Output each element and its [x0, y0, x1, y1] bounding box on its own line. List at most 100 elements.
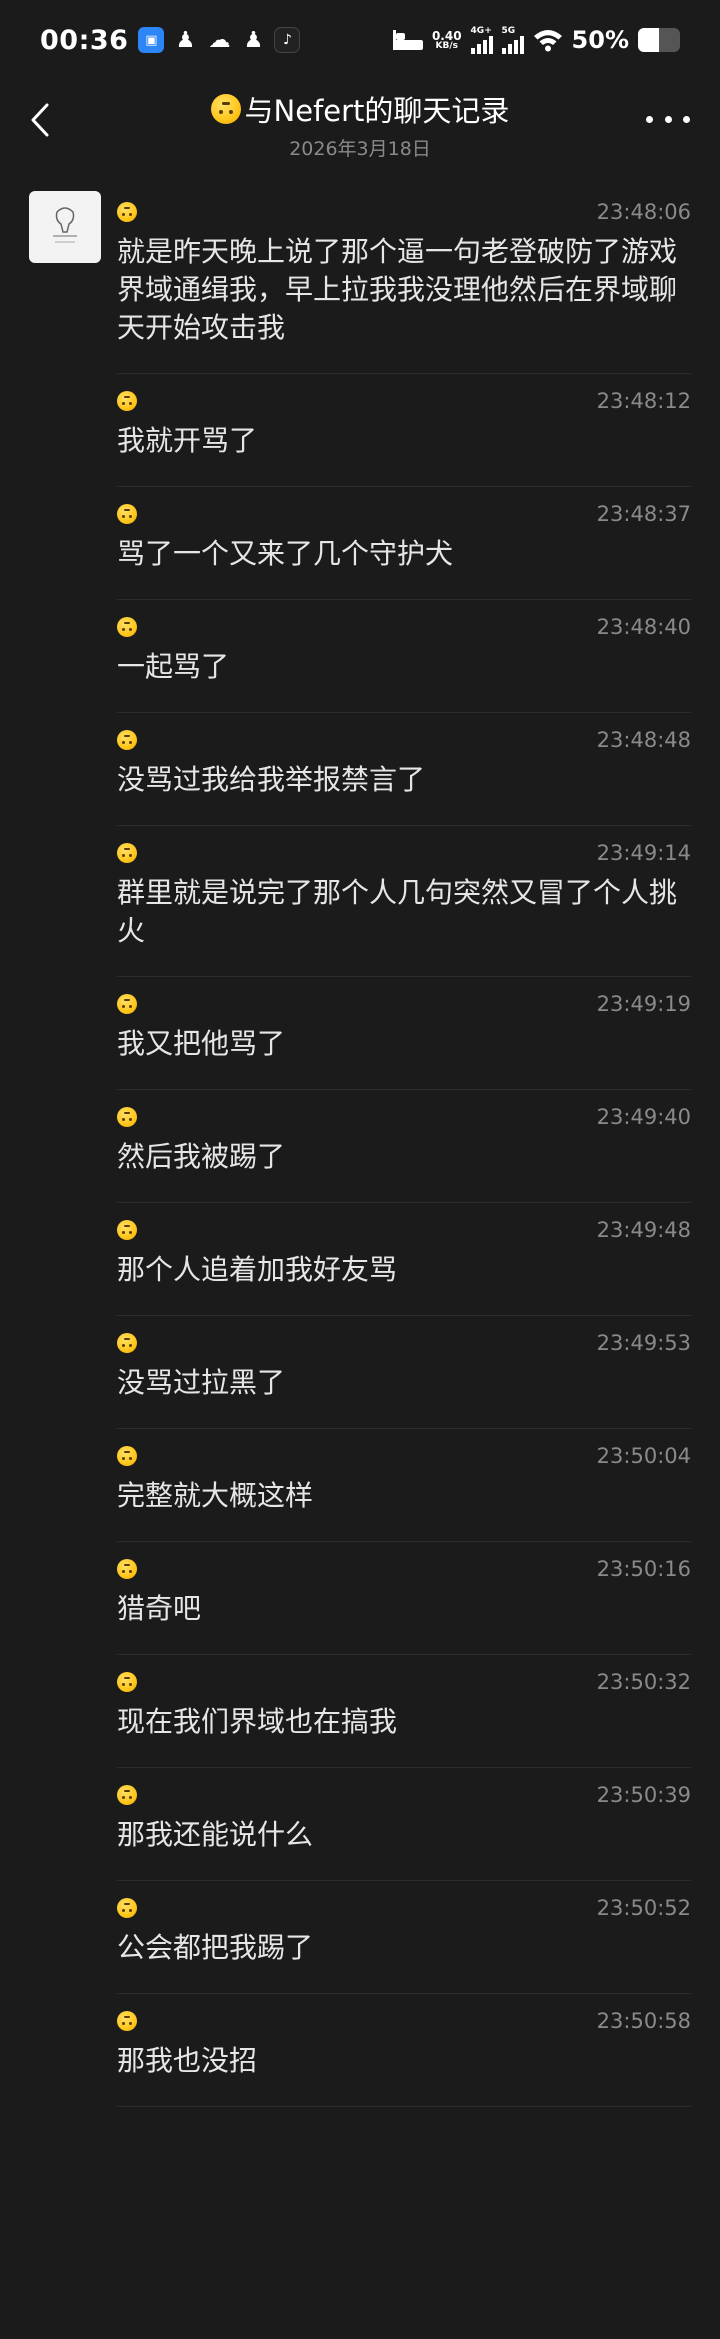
- message-header: 23:49:40: [117, 1100, 691, 1134]
- header-title-block: 与Nefert的聊天记录 2026年3月18日: [0, 88, 720, 161]
- notification-icons: ▣ ♟ ☁ ♟ ♪: [138, 27, 301, 53]
- sleep-mode-icon: [392, 30, 423, 50]
- qq-icon: ♟: [175, 27, 196, 53]
- message-text: 没骂过拉黑了: [117, 1366, 286, 1399]
- page-title: 与Nefert的聊天记录: [244, 94, 510, 128]
- upside-down-face-icon: [117, 202, 137, 222]
- message-item[interactable]: 23:48:40 一起骂了: [117, 600, 691, 713]
- message-time: 23:49:40: [596, 1105, 691, 1129]
- sim2-signal-icon: 5G: [501, 26, 524, 54]
- message-time: 23:48:37: [596, 502, 691, 526]
- message-item[interactable]: 23:50:32 现在我们界域也在搞我: [117, 1655, 691, 1768]
- message-text: 然后我被踢了: [117, 1140, 286, 1173]
- message-header: 23:49:14: [117, 836, 691, 870]
- wechat-icon: ☁: [208, 27, 231, 53]
- message-item[interactable]: 23:48:37 骂了一个又来了几个守护犬: [117, 487, 691, 600]
- more-dot-icon: [664, 115, 672, 123]
- message-item[interactable]: 23:49:53 没骂过拉黑了: [117, 1316, 691, 1429]
- chat-header: 与Nefert的聊天记录 2026年3月18日: [0, 80, 720, 170]
- wifi-icon: [533, 30, 562, 52]
- message-header: 23:50:32: [117, 1665, 691, 1699]
- message-time: 23:48:40: [596, 615, 691, 639]
- message-item[interactable]: 23:50:04 完整就大概这样: [117, 1429, 691, 1542]
- message-item[interactable]: 23:49:40 然后我被踢了: [117, 1090, 691, 1203]
- message-text: 那个人追着加我好友骂: [117, 1253, 398, 1286]
- upside-down-face-icon: [117, 1220, 137, 1240]
- sim1-signal-icon: 4G+: [470, 26, 493, 54]
- upside-down-face-icon: [117, 1898, 137, 1918]
- message-item[interactable]: 23:49:14 群里就是说完了那个人几句突然又冒了个人挑火: [117, 826, 691, 977]
- message-item[interactable]: 23:48:48 没骂过我给我举报禁言了: [117, 713, 691, 826]
- more-dot-icon: [683, 115, 690, 123]
- message-time: 23:50:58: [596, 2009, 691, 2033]
- message-text: 现在我们界域也在搞我: [117, 1705, 398, 1738]
- upside-down-face-icon: [117, 843, 137, 863]
- more-options-button[interactable]: [646, 104, 690, 134]
- message-text: 完整就大概这样: [117, 1479, 314, 1512]
- message-list: 23:48:06 就是昨天晚上说了那个逼一句老登破防了游戏界域通缉我，早上拉我我没…: [0, 185, 720, 2107]
- message-time: 23:49:19: [596, 992, 691, 1016]
- message-header: 23:50:04: [117, 1439, 691, 1473]
- network-speed: 0.40 KB/s: [432, 30, 462, 51]
- message-text: 猎奇吧: [117, 1592, 202, 1625]
- message-text: 那我也没招: [117, 2044, 258, 2077]
- message-time: 23:48:06: [596, 200, 691, 224]
- message-text: 没骂过我给我举报禁言了: [117, 763, 426, 796]
- message-time: 23:49:48: [596, 1218, 691, 1242]
- message-header: 23:50:16: [117, 1552, 691, 1586]
- upside-down-face-icon: [117, 1559, 137, 1579]
- tiktok-icon: ♪: [274, 27, 301, 53]
- upside-down-face-icon: [117, 504, 137, 524]
- message-item[interactable]: 23:48:06 就是昨天晚上说了那个逼一句老登破防了游戏界域通缉我，早上拉我我没…: [117, 185, 691, 374]
- message-time: 23:48:48: [596, 728, 691, 752]
- message-header: 23:48:06: [117, 195, 691, 229]
- message-time: 23:50:04: [596, 1444, 691, 1468]
- message-time: 23:50:16: [596, 1557, 691, 1581]
- message-time: 23:48:12: [596, 389, 691, 413]
- sim1-label: 4G+: [470, 26, 492, 36]
- message-text: 那我还能说什么: [117, 1818, 314, 1851]
- upside-down-face-icon: [117, 1672, 137, 1692]
- message-header: 23:48:37: [117, 497, 691, 531]
- sim2-label: 5G: [501, 26, 516, 36]
- battery-percent: 50%: [571, 26, 629, 54]
- upside-down-face-icon: [117, 1785, 137, 1805]
- message-item[interactable]: 23:49:19 我又把他骂了: [117, 977, 691, 1090]
- upside-down-face-icon: [117, 994, 137, 1014]
- message-item[interactable]: 23:49:48 那个人追着加我好友骂: [117, 1203, 691, 1316]
- status-indicators: 0.40 KB/s 4G+ 5G 50%: [392, 26, 680, 54]
- message-item[interactable]: 23:48:12 我就开骂了: [117, 374, 691, 487]
- message-header: 23:50:58: [117, 2004, 691, 2038]
- message-item[interactable]: 23:50:16 猎奇吧: [117, 1542, 691, 1655]
- qq-icon: ♟: [243, 27, 264, 53]
- message-header: 23:48:48: [117, 723, 691, 757]
- header-title-row: 与Nefert的聊天记录: [210, 88, 510, 130]
- upside-down-face-icon: [117, 1107, 137, 1127]
- upside-down-face-icon: [210, 94, 241, 124]
- chat-history-page: 00:36 ▣ ♟ ☁ ♟ ♪ 0.40 KB/s 4G+ 5G 50% 与Ne…: [0, 0, 720, 2339]
- upside-down-face-icon: [117, 391, 137, 411]
- message-item[interactable]: 23:50:58 那我也没招: [117, 1994, 691, 2107]
- message-text: 我就开骂了: [117, 424, 258, 457]
- more-dot-icon: [646, 115, 653, 123]
- message-time: 23:50:32: [596, 1670, 691, 1694]
- message-text: 就是昨天晚上说了那个逼一句老登破防了游戏界域通缉我，早上拉我我没理他然后在界域聊…: [117, 235, 678, 344]
- upside-down-face-icon: [117, 2011, 137, 2031]
- message-time: 23:50:39: [596, 1783, 691, 1807]
- message-header: 23:49:53: [117, 1326, 691, 1360]
- message-item[interactable]: 23:50:39 那我还能说什么: [117, 1768, 691, 1881]
- message-header: 23:48:12: [117, 384, 691, 418]
- message-text: 公会都把我踢了: [117, 1931, 314, 1964]
- network-speed-unit: KB/s: [435, 40, 458, 51]
- status-time: 00:36: [40, 24, 129, 56]
- message-header: 23:49:19: [117, 987, 691, 1021]
- message-text: 我又把他骂了: [117, 1027, 286, 1060]
- upside-down-face-icon: [117, 730, 137, 750]
- message-text: 群里就是说完了那个人几句突然又冒了个人挑火: [117, 876, 678, 947]
- battery-icon: [638, 28, 680, 52]
- message-time: 23:49:14: [596, 841, 691, 865]
- message-header: 23:48:40: [117, 610, 691, 644]
- message-header: 23:50:52: [117, 1891, 691, 1925]
- message-item[interactable]: 23:50:52 公会都把我踢了: [117, 1881, 691, 1994]
- chat-app-icon: ▣: [138, 27, 165, 53]
